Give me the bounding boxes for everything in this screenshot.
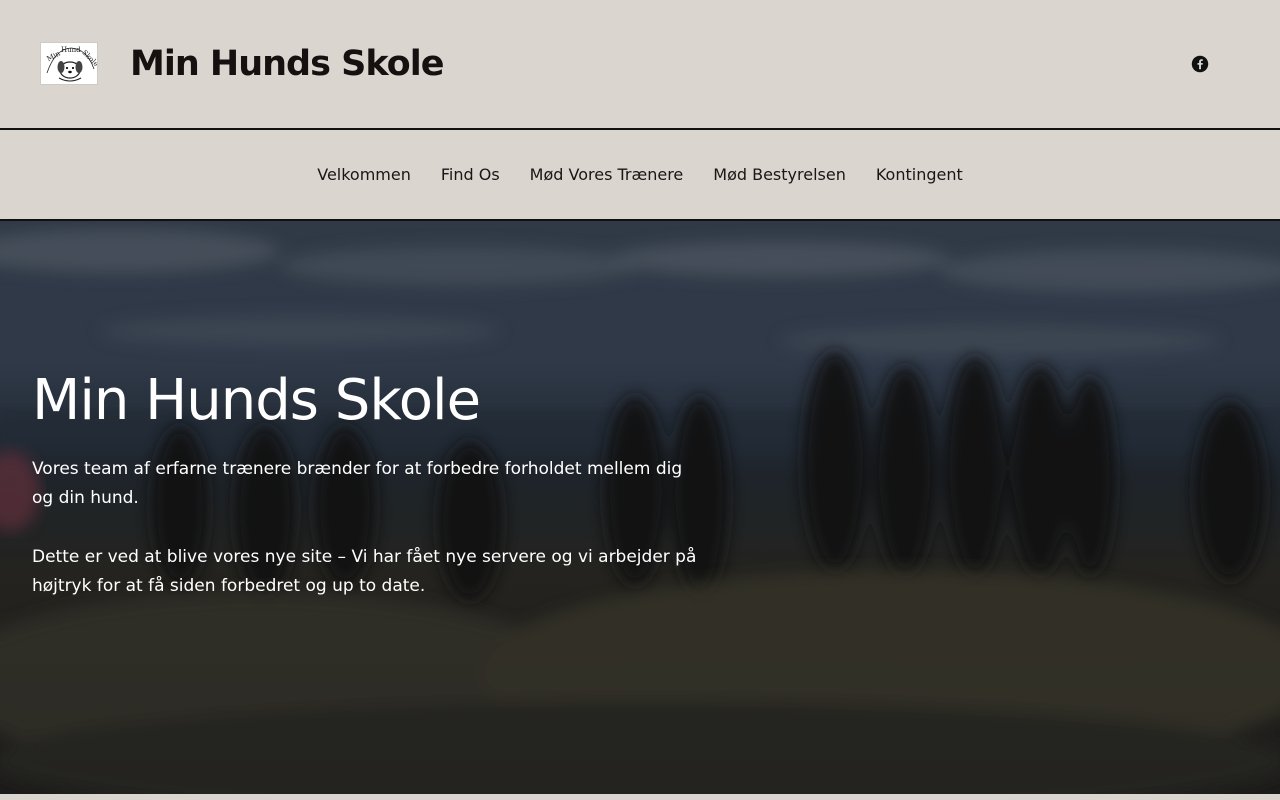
hero-section: Min Hunds Skole Vores team af erfarne tr… bbox=[0, 221, 1280, 794]
nav-item-velkommen[interactable]: Velkommen bbox=[317, 165, 411, 184]
page-bottom-strip bbox=[0, 794, 1280, 800]
nav-item-board[interactable]: Mød Bestyrelsen bbox=[713, 165, 846, 184]
nav-item-find-os[interactable]: Find Os bbox=[441, 165, 500, 184]
hero-content: Min Hunds Skole Vores team af erfarne tr… bbox=[32, 367, 702, 631]
facebook-icon[interactable] bbox=[1191, 55, 1209, 73]
hero-paragraph-intro: Vores team af erfarne trænere brænder fo… bbox=[32, 459, 683, 508]
main-nav: Velkommen Find Os Mød Vores Trænere Mød … bbox=[0, 130, 1280, 221]
nav-item-kontingent[interactable]: Kontingent bbox=[876, 165, 963, 184]
site-logo[interactable]: Min Hund Skole bbox=[40, 42, 98, 85]
dog-logo-icon: Min Hund Skole bbox=[41, 43, 97, 84]
svg-text:Hund: Hund bbox=[61, 46, 81, 54]
site-title[interactable]: Min Hunds Skole bbox=[130, 42, 444, 86]
nav-item-trainers[interactable]: Mød Vores Trænere bbox=[530, 165, 684, 184]
hero-title: Min Hunds Skole bbox=[32, 368, 481, 433]
site-header: Min Hund Skole Min Hunds Skole bbox=[0, 0, 1280, 130]
hero-paragraph-notice: Dette er ved at blive vores nye site – V… bbox=[32, 547, 697, 596]
